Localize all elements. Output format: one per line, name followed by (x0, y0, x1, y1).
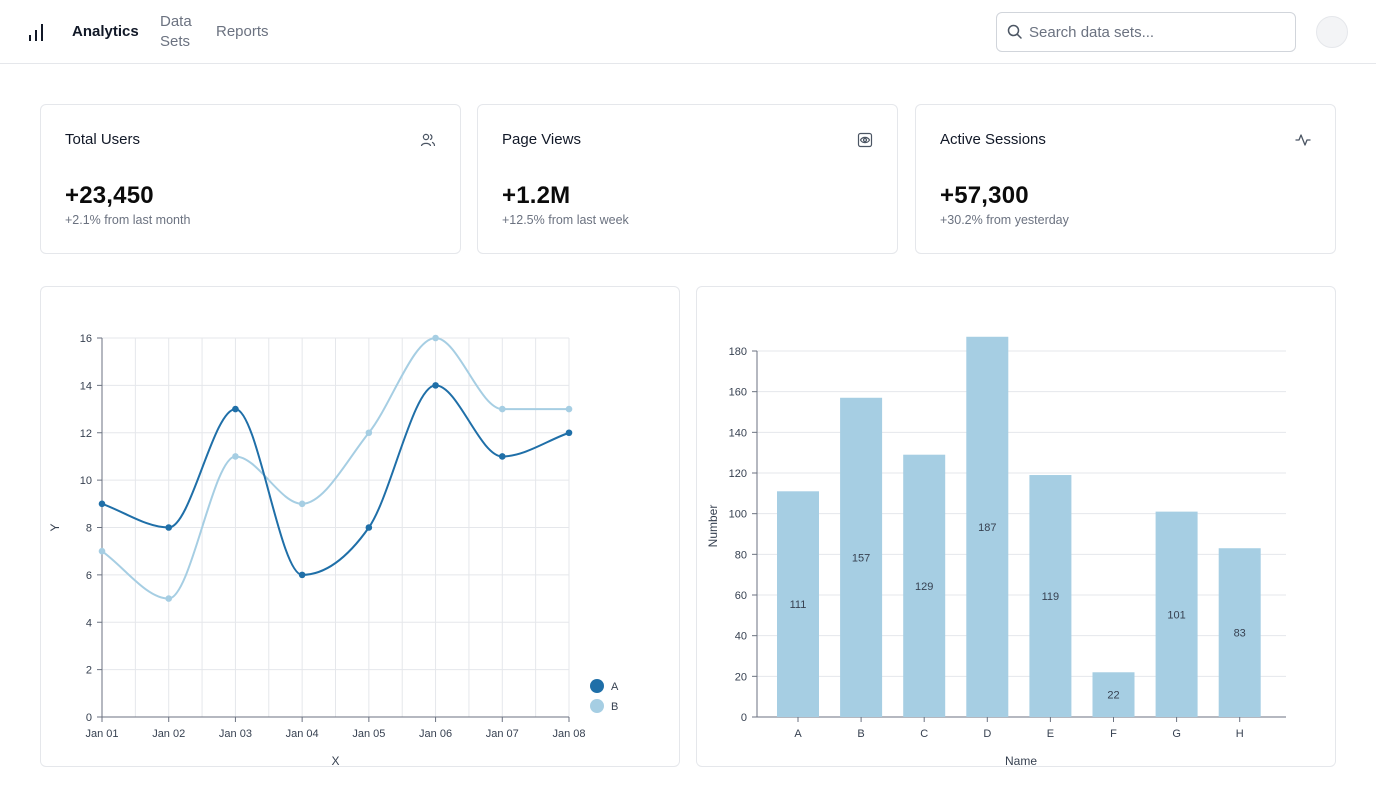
data-point-a (298, 571, 306, 579)
x-tick-label: G (1172, 728, 1181, 740)
top-navigation-bar: Analytics Data Sets Reports (0, 0, 1376, 64)
y-tick-label: 140 (729, 427, 747, 439)
card-value: +23,450 (65, 182, 154, 209)
card-value: +57,300 (940, 182, 1029, 209)
x-tick-label: D (983, 728, 991, 740)
eye-icon (857, 132, 873, 148)
x-tick-label: Jan 07 (486, 728, 519, 740)
x-tick-label: F (1110, 728, 1117, 740)
activity-icon (1295, 134, 1311, 146)
data-point-b (298, 500, 306, 508)
y-tick-label: 4 (86, 617, 92, 629)
data-point-b (432, 334, 439, 342)
y-tick-label: 120 (729, 468, 747, 480)
y-tick-label: 16 (80, 333, 92, 345)
y-tick-label: 12 (80, 428, 92, 440)
card-subtitle: +2.1% from last month (65, 213, 191, 227)
y-tick-label: 8 (86, 523, 92, 535)
x-tick-label: Jan 04 (286, 728, 319, 740)
bar-value-label: 101 (1167, 609, 1185, 621)
search-box (996, 12, 1296, 52)
stat-card-active-sessions: Active Sessions +57,300 +30.2% from yest… (915, 104, 1336, 254)
y-tick-label: 10 (80, 475, 92, 487)
stat-card-total-users: Total Users +23,450 +2.1% from last mont… (40, 104, 461, 254)
data-point-a (98, 500, 106, 508)
data-point-a (432, 382, 439, 389)
y-tick-label: 180 (729, 346, 747, 358)
legend-swatch-a (590, 679, 604, 693)
bar-value-label: 83 (1234, 628, 1246, 640)
y-tick-label: 14 (80, 380, 92, 392)
data-point-b (232, 453, 239, 460)
x-tick-label: B (857, 728, 864, 740)
y-tick-label: 40 (735, 631, 747, 643)
y-tick-label: 160 (729, 387, 747, 399)
nav-link-data-sets[interactable]: Data Sets (160, 12, 200, 52)
y-tick-label: 60 (735, 590, 747, 602)
x-tick-label: Jan 08 (552, 728, 585, 740)
legend-label-a: A (611, 681, 619, 693)
data-point-b (365, 429, 373, 437)
y-tick-label: 100 (729, 509, 747, 521)
x-axis-label: X (331, 754, 339, 768)
x-tick-label: Jan 03 (219, 728, 252, 740)
card-subtitle: +12.5% from last week (502, 213, 629, 227)
x-tick-label: Jan 05 (352, 728, 385, 740)
data-point-a (165, 524, 173, 531)
card-title: Page Views (502, 131, 581, 148)
y-tick-label: 6 (86, 570, 92, 582)
y-axis-label: Number (706, 505, 720, 548)
data-point-a (565, 429, 573, 437)
bar-value-label: 111 (790, 599, 807, 611)
card-value: +1.2M (502, 182, 571, 209)
card-subtitle: +30.2% from yesterday (940, 213, 1069, 227)
bar-chart: 0 20 40 60 80 100 120 140 160 180 111 A 157 B 129 C 187 D… (706, 336, 1286, 768)
data-point-b (98, 547, 106, 555)
bar-value-label: 157 (852, 552, 870, 564)
data-point-b (565, 405, 573, 413)
legend-label-b: B (611, 701, 618, 713)
x-tick-label: E (1047, 728, 1054, 740)
data-point-b (498, 405, 506, 413)
nav-link-reports[interactable]: Reports (216, 22, 269, 42)
data-point-a (232, 405, 239, 413)
stat-card-page-views: Page Views +1.2M +12.5% from last week (477, 104, 898, 254)
search-icon (1007, 24, 1022, 39)
nav-link-analytics[interactable]: Analytics (72, 22, 139, 42)
data-point-b (165, 595, 173, 602)
user-avatar-button[interactable] (1316, 16, 1348, 48)
y-tick-label: 0 (86, 712, 92, 724)
line-chart-panel: 0 2 4 6 8 10 12 14 16 Jan 01 Jan 02 Jan 03 Jan 04 Jan… (40, 286, 680, 768)
bar-chart-logo-icon[interactable] (28, 22, 44, 42)
x-tick-label: Jan 01 (85, 728, 118, 740)
card-title: Total Users (65, 131, 141, 148)
data-point-a (498, 453, 506, 460)
x-tick-label: Jan 06 (419, 728, 452, 740)
bar-value-label: 22 (1107, 690, 1119, 702)
legend-swatch-b (590, 699, 604, 713)
bar-chart-panel: 0 20 40 60 80 100 120 140 160 180 111 A 157 B 129 C 187 D… (696, 286, 1336, 768)
x-axis-label: Name (1005, 754, 1037, 768)
data-point-a (365, 524, 373, 531)
search-input[interactable] (1029, 13, 1289, 51)
x-tick-label: H (1236, 728, 1244, 740)
x-tick-label: Jan 02 (152, 728, 185, 740)
y-axis-label: Y (48, 523, 62, 531)
x-tick-label: C (920, 728, 928, 740)
users-icon (420, 133, 436, 147)
y-tick-label: 20 (735, 671, 747, 683)
x-tick-label: A (794, 728, 802, 740)
bar-value-label: 119 (1042, 591, 1060, 603)
card-title: Active Sessions (940, 131, 1046, 148)
line-chart: 0 2 4 6 8 10 12 14 16 Jan 01 Jan 02 Jan 03 Jan 04 Jan… (48, 333, 619, 768)
y-tick-label: 0 (741, 712, 747, 724)
bar-value-label: 187 (978, 522, 996, 534)
bar-value-label: 129 (915, 581, 933, 593)
y-tick-label: 80 (735, 549, 747, 561)
y-tick-label: 2 (86, 665, 92, 677)
